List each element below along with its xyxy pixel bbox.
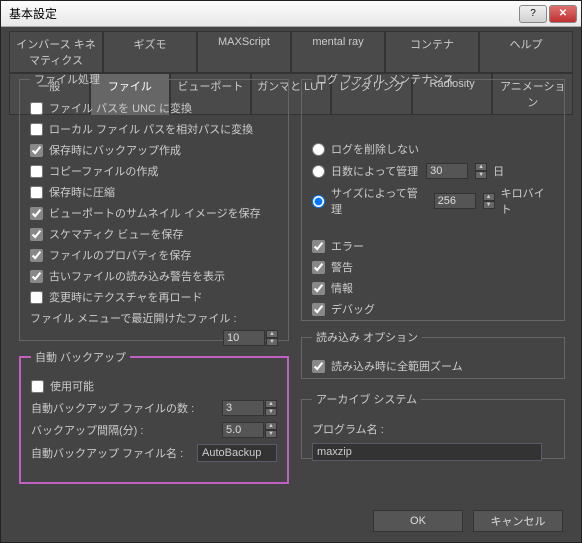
tab-gizmo[interactable]: ギズモ <box>103 31 197 73</box>
import-legend: 読み込み オプション <box>312 329 422 345</box>
fh-checkbox-6[interactable]: スケマティク ビューを保存 <box>30 226 278 242</box>
autobak-enable-checkbox[interactable]: 使用可能 <box>31 378 277 394</box>
tab-mentalray[interactable]: mental ray <box>291 31 385 73</box>
archive-prog-label: プログラム名 : <box>312 421 384 437</box>
tab-maxscript[interactable]: MAXScript <box>197 31 291 73</box>
log-radio-size[interactable]: サイズによって管理 ▲▼ キロバイト <box>312 185 554 217</box>
spin-up-icon[interactable]: ▲ <box>265 422 277 430</box>
cancel-button[interactable]: キャンセル <box>473 510 563 532</box>
close-button[interactable]: ✕ <box>549 5 577 23</box>
help-button[interactable]: ? <box>519 5 547 23</box>
dialog-footer: OK キャンセル <box>373 510 563 532</box>
log-days-input[interactable] <box>426 163 468 179</box>
log-size-input[interactable] <box>434 193 476 209</box>
autobak-interval-input[interactable] <box>222 422 264 438</box>
fh-checkbox-2[interactable]: 保存時にバックアップ作成 <box>30 142 278 158</box>
log-check-2[interactable]: 情報 <box>312 280 554 296</box>
fh-checkbox-5[interactable]: ビューポートのサムネイル イメージを保存 <box>30 205 278 221</box>
fh-checkbox-8[interactable]: 古いファイルの読み込み警告を表示 <box>30 268 278 284</box>
spin-down-icon[interactable]: ▼ <box>483 201 495 209</box>
autobak-interval-spinner[interactable]: ▲▼ <box>222 422 277 438</box>
fh-checkbox-3[interactable]: コピーファイルの作成 <box>30 163 278 179</box>
file-handling-legend: ファイル処理 <box>30 71 104 87</box>
auto-backup-group: 自動 バックアップ 使用可能 自動バックアップ ファイルの数 : ▲▼ バックア… <box>19 349 289 484</box>
spin-up-icon[interactable]: ▲ <box>266 330 278 338</box>
fh-checkbox-7[interactable]: ファイルのプロパティを保存 <box>30 247 278 263</box>
fh-checkbox-0[interactable]: ファイル パスを UNC に変換 <box>30 100 278 116</box>
log-check-3[interactable]: デバッグ <box>312 301 554 317</box>
recent-files-input[interactable] <box>223 330 265 346</box>
autobak-enable-input[interactable] <box>31 380 44 393</box>
recent-files-label: ファイル メニューで最近開けたファイル : <box>30 310 278 326</box>
fh-checkbox-1[interactable]: ローカル ファイル パスを相対パスに変換 <box>30 121 278 137</box>
ok-button[interactable]: OK <box>373 510 463 532</box>
spin-up-icon[interactable]: ▲ <box>475 163 487 171</box>
log-size-spinner[interactable]: ▲▼ <box>434 193 495 209</box>
autobak-name-label: 自動バックアップ ファイル名 : <box>31 445 197 461</box>
spin-up-icon[interactable]: ▲ <box>483 193 495 201</box>
file-handling-group: ファイル処理 ファイル パスを UNC に変換ローカル ファイル パスを相対パス… <box>19 71 289 341</box>
autobak-name-input[interactable] <box>197 444 277 462</box>
autobak-count-label: 自動バックアップ ファイルの数 : <box>31 400 222 416</box>
import-zoom-checkbox[interactable]: 読み込み時に全範囲ズーム <box>312 358 554 374</box>
archive-legend: アーカイブ システム <box>312 391 421 407</box>
import-options-group: 読み込み オプション 読み込み時に全範囲ズーム <box>301 329 565 379</box>
tab-ik[interactable]: インバース キネマティクス <box>9 31 103 73</box>
content-area: ファイル処理 ファイル パスを UNC に変換ローカル ファイル パスを相対パス… <box>19 71 563 494</box>
preferences-window: 基本設定 ? ✕ インバース キネマティクス ギズモ MAXScript men… <box>0 0 582 543</box>
spin-down-icon[interactable]: ▼ <box>265 430 277 438</box>
autobak-count-input[interactable] <box>222 400 264 416</box>
auto-backup-legend: 自動 バックアップ <box>31 349 130 365</box>
log-radio-days[interactable]: 日数によって管理 ▲▼ 日 <box>312 163 554 179</box>
archive-prog-input[interactable] <box>312 443 542 461</box>
log-maintenance-group: ログ ファイル メンテナンス ログを削除しない 日数によって管理 ▲▼ 日 サイ… <box>301 71 565 321</box>
spin-up-icon[interactable]: ▲ <box>265 400 277 408</box>
autobak-interval-label: バックアップ間隔(分) : <box>31 422 222 438</box>
log-check-0[interactable]: エラー <box>312 238 554 254</box>
tabs-row-1: インバース キネマティクス ギズモ MAXScript mental ray コ… <box>1 27 581 73</box>
log-legend: ログ ファイル メンテナンス <box>312 71 458 87</box>
log-check-1[interactable]: 警告 <box>312 259 554 275</box>
recent-files-spinner[interactable]: ▲▼ <box>223 330 278 346</box>
window-title: 基本設定 <box>5 5 517 22</box>
autobak-count-spinner[interactable]: ▲▼ <box>222 400 277 416</box>
tab-help[interactable]: ヘルプ <box>479 31 573 73</box>
titlebar: 基本設定 ? ✕ <box>1 1 581 27</box>
tab-container[interactable]: コンテナ <box>385 31 479 73</box>
spin-down-icon[interactable]: ▼ <box>266 338 278 346</box>
log-days-spinner[interactable]: ▲▼ <box>426 163 487 179</box>
fh-checkbox-4[interactable]: 保存時に圧縮 <box>30 184 278 200</box>
fh-checkbox-9[interactable]: 変更時にテクスチャを再ロード <box>30 289 278 305</box>
spin-down-icon[interactable]: ▼ <box>475 171 487 179</box>
spin-down-icon[interactable]: ▼ <box>265 408 277 416</box>
log-radio-never[interactable]: ログを削除しない <box>312 141 554 157</box>
archive-system-group: アーカイブ システム プログラム名 : <box>301 391 565 459</box>
